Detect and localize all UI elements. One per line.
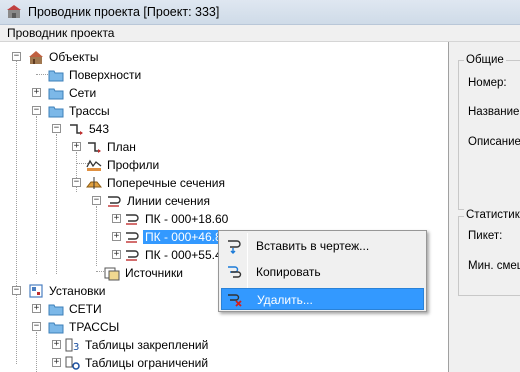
context-menu: Вставить в чертеж... Копировать Удалить.… (218, 230, 427, 312)
expander-minus[interactable]: − (72, 178, 81, 187)
folder-icon (48, 70, 64, 82)
folder-open-icon (48, 322, 64, 334)
expander-minus[interactable]: − (32, 322, 41, 331)
expander-minus[interactable]: − (12, 52, 21, 61)
menu-project-navigator[interactable]: Проводник проекта (7, 26, 114, 40)
project-tree[interactable]: − Объекты Поверхности + Сети − Трассы − (0, 42, 449, 372)
project-navigator-icon (7, 5, 21, 18)
table-fixing-icon: 3 (65, 338, 79, 353)
copy-icon (228, 266, 242, 278)
folder-open-icon (48, 106, 64, 118)
insert-into-drawing-menu-item[interactable]: Вставить в чертеж... (221, 235, 424, 257)
expander-plus[interactable]: + (52, 340, 61, 349)
expander-plus[interactable]: + (112, 232, 121, 241)
delete-menu-item[interactable]: Удалить... (221, 288, 424, 310)
station-line-icon (126, 214, 139, 225)
expander-plus[interactable]: + (72, 142, 81, 151)
general-group-title: Общие (464, 54, 506, 66)
tree-connector (96, 206, 97, 266)
description-label: Описание (468, 136, 520, 148)
tree-connector (96, 271, 104, 272)
insert-drawing-icon (228, 240, 241, 254)
folder-icon (48, 304, 64, 316)
expander-plus[interactable]: + (52, 358, 61, 367)
min-offset-label: Мин. смещ (468, 260, 520, 272)
expander-minus[interactable]: − (92, 196, 101, 205)
objects-icon (29, 51, 43, 64)
expander-plus[interactable]: + (32, 304, 41, 313)
stats-group-title: Статистик (464, 209, 520, 221)
alignment-icon (70, 124, 83, 135)
tree-connector (16, 294, 17, 364)
menu-bar: Проводник проекта (0, 25, 520, 42)
properties-pane: Общие Номер: Название Описание Статистик… (450, 42, 520, 372)
expander-minus[interactable]: − (12, 286, 21, 295)
station-line-icon (126, 250, 139, 261)
station-line-icon (126, 232, 139, 243)
name-label: Название (468, 106, 520, 118)
settings-icon (29, 284, 43, 298)
table-limits-icon (65, 356, 80, 370)
copy-menu-item[interactable]: Копировать (221, 261, 424, 283)
tree-connector (36, 116, 37, 274)
window-title: Проводник проекта [Проект: 333] (28, 5, 220, 19)
sources-icon (104, 267, 120, 281)
profile-icon (86, 159, 102, 171)
tree-connector (16, 56, 17, 290)
delete-icon (228, 294, 242, 307)
plan-icon (88, 142, 101, 153)
station-label: Пикет: (468, 230, 503, 242)
tree-connector (56, 134, 57, 274)
expander-minus[interactable]: − (52, 124, 61, 133)
stats-group (458, 216, 520, 296)
title-bar: Проводник проекта [Проект: 333] (0, 0, 520, 25)
number-label: Номер: (468, 77, 507, 89)
svg-text:3: 3 (73, 342, 79, 353)
expander-plus[interactable]: + (32, 88, 41, 97)
folder-icon (48, 88, 64, 100)
expander-minus[interactable]: − (32, 106, 41, 115)
expander-plus[interactable]: + (112, 214, 121, 223)
section-lines-icon (108, 196, 121, 207)
tree-connector (36, 332, 37, 372)
cross-section-icon (86, 177, 102, 189)
expander-plus[interactable]: + (112, 250, 121, 259)
